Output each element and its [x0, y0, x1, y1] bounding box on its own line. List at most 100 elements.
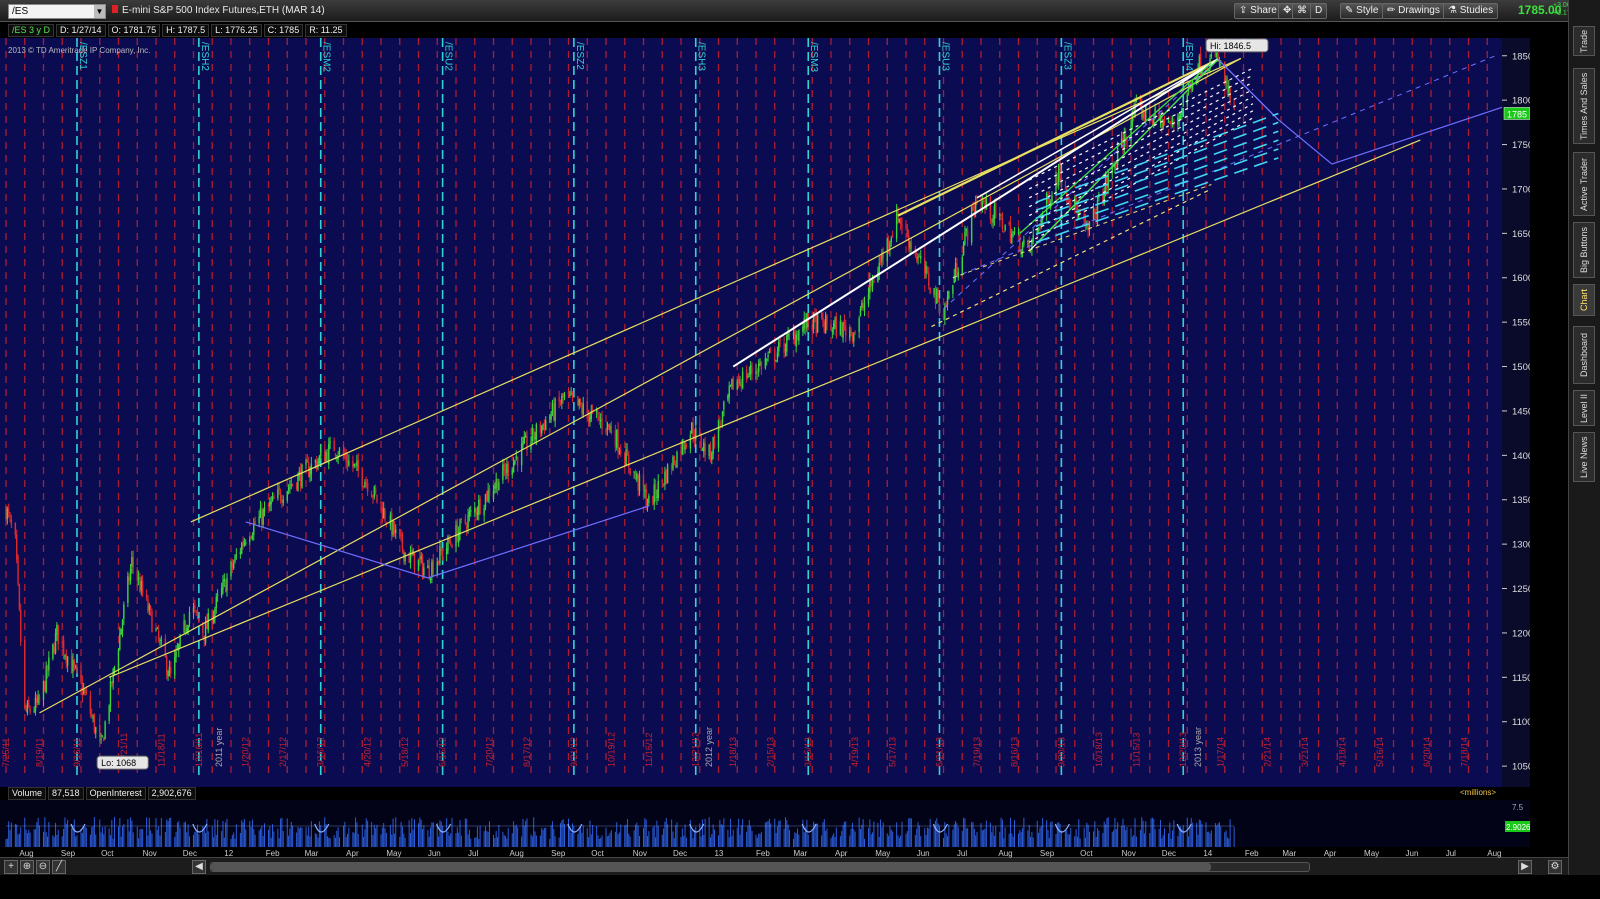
candle-body	[506, 464, 508, 473]
candle-body	[263, 507, 266, 512]
candle-body	[890, 237, 892, 243]
price-chart[interactable]: /ESZ1/ESH2/ESM2/ESU2/ESZ2/ESH3/ESM3/ESU3…	[0, 38, 1530, 787]
candle-body	[993, 205, 996, 219]
candle-body	[867, 293, 870, 304]
date-label: 9/20/13	[1056, 737, 1066, 767]
candle-body	[577, 396, 579, 406]
candle-body	[141, 581, 144, 593]
month-label: Apr	[835, 849, 848, 858]
candle-body	[403, 549, 405, 561]
y-tick-label: 1750	[1512, 140, 1530, 151]
candle-body	[352, 460, 354, 467]
chevron-down-icon[interactable]: ▼	[94, 5, 105, 18]
candle-body	[642, 474, 645, 491]
tab-times-and-sales[interactable]: Times And Sales	[1573, 68, 1595, 144]
drawings-button[interactable]: ✏ Drawings	[1382, 3, 1445, 19]
arrow-right-icon[interactable]: ▶	[1518, 860, 1532, 874]
candle-body	[174, 656, 176, 676]
gear-icon[interactable]: ⚙	[1548, 860, 1562, 874]
symbol-input[interactable]: /ES ▼	[8, 4, 106, 19]
lo-label: Lo: 1068	[101, 758, 136, 768]
candle-body	[614, 430, 617, 448]
candle-body	[345, 454, 347, 463]
candle-body	[370, 493, 373, 498]
y-tick-label: 1800	[1512, 96, 1530, 107]
candle-body	[38, 696, 41, 703]
tab-chart[interactable]: Chart	[1573, 284, 1595, 316]
date-label: 1/20/12	[241, 737, 251, 767]
date-label: 11/18/11	[156, 733, 166, 767]
tab-big-buttons[interactable]: Big Buttons	[1573, 222, 1595, 278]
share-button[interactable]: ⇪ Share	[1234, 3, 1282, 19]
candle-body	[511, 469, 513, 475]
tab-level-ii[interactable]: Level II	[1573, 390, 1595, 426]
candle-body	[661, 480, 663, 482]
zoom-in-icon[interactable]: ⊕	[20, 860, 34, 874]
scroll-thumb[interactable]	[211, 863, 1211, 871]
volume-chart[interactable]: 7.5 2.90268	[0, 800, 1530, 847]
candle-body	[648, 495, 650, 504]
month-label: Sep	[60, 849, 76, 858]
candle-body	[1032, 235, 1034, 242]
tab-trade[interactable]: Trade	[1573, 26, 1595, 56]
candle-body	[653, 484, 655, 504]
candle-body	[778, 341, 780, 352]
candle-body	[961, 256, 963, 274]
candle-body	[582, 403, 584, 415]
candle-body	[1055, 176, 1057, 195]
candle-body	[76, 665, 78, 670]
candle-body	[287, 487, 290, 491]
candle-body	[723, 401, 725, 410]
candle-body	[535, 424, 538, 440]
candle-body	[121, 620, 124, 631]
candle-body	[18, 584, 21, 610]
candle-body	[909, 241, 911, 250]
d-button[interactable]: D	[1310, 3, 1328, 19]
candle-body	[1226, 77, 1229, 95]
time-scrollbar[interactable]	[210, 862, 1310, 872]
zoom-out-icon[interactable]: ⊖	[36, 860, 50, 874]
candle-body	[662, 483, 665, 485]
candle-body	[534, 437, 536, 440]
pen-icon[interactable]: ╱	[52, 860, 66, 874]
candle-body	[184, 623, 187, 632]
candle-body	[550, 414, 552, 420]
candle-body	[1094, 209, 1096, 213]
candle-body	[636, 473, 638, 480]
date-label: 4/19/13	[850, 737, 860, 767]
y-tick-label: 1250	[1512, 584, 1530, 595]
candle-body	[478, 499, 480, 515]
candle-body	[241, 543, 243, 554]
candle-body	[652, 496, 654, 506]
candle-body	[579, 402, 582, 406]
candle-body	[1143, 112, 1146, 118]
sync-tool-button[interactable]: ⌘	[1292, 3, 1312, 19]
candle-body	[54, 633, 57, 653]
candle-body	[380, 501, 382, 505]
candle-body	[907, 234, 910, 247]
chart-symbol[interactable]: /ES 3 y D	[8, 24, 55, 37]
tab-live-news[interactable]: Live News	[1573, 432, 1595, 482]
studies-button[interactable]: ⚗ Studies	[1443, 3, 1499, 19]
tab-dashboard[interactable]: Dashboard	[1573, 326, 1595, 384]
candle-body	[768, 351, 771, 353]
arrow-left-icon[interactable]: ◀	[192, 860, 206, 874]
candle-body	[136, 569, 138, 581]
plus-icon[interactable]: +	[4, 860, 18, 874]
candle-body	[796, 337, 799, 341]
candle-body	[420, 556, 422, 560]
date-label: 9/21/12	[569, 737, 579, 767]
candle-body	[581, 406, 583, 413]
candle-body	[561, 395, 563, 404]
candle-body	[108, 706, 110, 721]
candle-body	[507, 463, 509, 477]
style-button[interactable]: ✎ Style	[1340, 3, 1384, 19]
candle-body	[966, 230, 969, 241]
date-label: 7/20/12	[484, 737, 494, 767]
date-label: 5/18/12	[400, 737, 410, 767]
candle-body	[591, 409, 594, 411]
tab-active-trader[interactable]: Active Trader	[1573, 152, 1595, 216]
candle-body	[299, 469, 302, 487]
candle-body	[571, 391, 574, 398]
expiry-label: /ESZ3	[1061, 42, 1072, 70]
